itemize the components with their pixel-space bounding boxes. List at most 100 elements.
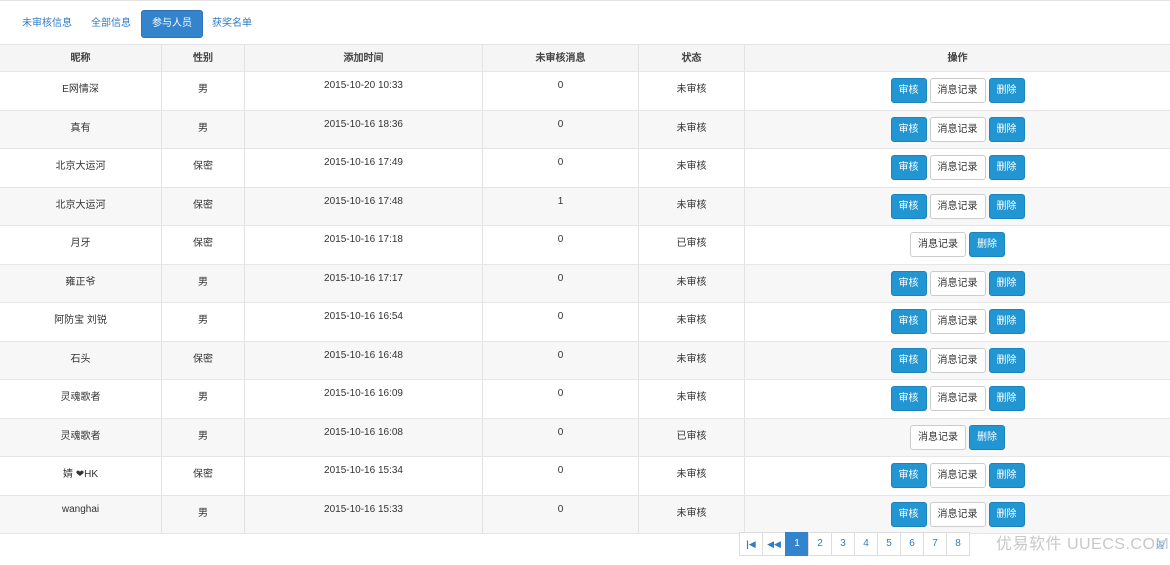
unread-count-cell-text: 0 <box>557 388 564 399</box>
first-page-icon[interactable]: |◀ <box>739 532 763 556</box>
gender-cell-text: 保密 <box>193 469 213 480</box>
status-cell-text: 未审核 <box>676 161 707 172</box>
status-cell: 未审核 <box>639 457 745 495</box>
tab-0[interactable]: 未审核信息 <box>12 10 82 38</box>
gender-cell: 保密 <box>162 457 245 495</box>
added-time-cell: 2015-10-16 17:49 <box>245 149 483 187</box>
unread-count-cell-text: 0 <box>557 465 564 476</box>
page-button[interactable]: 3 <box>831 532 855 556</box>
prev-page-icon[interactable]: ◀◀ <box>762 532 786 556</box>
delete-button[interactable]: 删除 <box>988 501 1025 527</box>
actions-cell: 审核 消息记录 删除 <box>745 342 1170 380</box>
actions-cell: 审核 消息记录 删除 <box>745 457 1170 495</box>
delete-button[interactable]: 删除 <box>969 232 1005 257</box>
review-button[interactable]: 审核 <box>890 463 927 488</box>
status-cell: 已审核 <box>639 418 745 456</box>
page-button[interactable]: 1 <box>785 532 809 556</box>
message-log-button[interactable]: 消息记录 <box>929 386 986 411</box>
message-log-button[interactable]: 消息记录 <box>910 424 966 450</box>
nickname-cell: 婧 ❤HK <box>0 457 162 495</box>
actions-cell: 审核 消息记录 删除 <box>745 496 1170 534</box>
table-row: 灵魂歌者 男 2015-10-16 16:08 0 已审核 消息记录 删除 <box>0 418 1170 457</box>
added-time-cell: 2015-10-16 17:18 <box>245 226 483 264</box>
review-button[interactable]: 审核 <box>890 501 927 527</box>
message-log-button[interactable]: 消息记录 <box>929 347 986 373</box>
delete-button[interactable]: 删除 <box>988 347 1025 373</box>
review-button[interactable]: 审核 <box>890 270 927 296</box>
delete-button[interactable]: 删除 <box>988 270 1025 296</box>
added-time-cell-text: 2015-10-16 16:09 <box>324 388 403 399</box>
actions-cell: 审核 消息记录 删除 <box>745 72 1170 110</box>
action-group: 审核 消息记录 删除 <box>745 347 1170 374</box>
delete-button[interactable]: 删除 <box>988 78 1025 103</box>
delete-button[interactable]: 删除 <box>988 116 1025 142</box>
unread-count-cell-text: 0 <box>557 234 564 245</box>
unread-count-cell: 1 <box>483 187 639 225</box>
tab-1[interactable]: 全部信息 <box>81 10 141 38</box>
column-header: 操作 <box>947 53 968 64</box>
review-button[interactable]: 审核 <box>890 386 927 411</box>
delete-button[interactable]: 删除 <box>988 386 1025 411</box>
gender-cell-text: 保密 <box>193 238 213 249</box>
delete-button[interactable]: 删除 <box>988 463 1025 488</box>
unread-count-cell: 0 <box>483 149 639 187</box>
page-button[interactable]: 7 <box>923 532 947 556</box>
review-button[interactable]: 审核 <box>890 78 927 103</box>
table-row: 月牙 保密 2015-10-16 17:18 0 已审核 消息记录 删除 <box>0 226 1170 265</box>
page-button[interactable]: 5 <box>877 532 901 556</box>
review-button[interactable]: 审核 <box>890 116 927 142</box>
tab-2[interactable]: 参与人员 <box>141 10 203 38</box>
message-log-button[interactable]: 消息记录 <box>929 193 986 219</box>
delete-button[interactable]: 删除 <box>969 424 1005 450</box>
actions-cell: 审核 消息记录 删除 <box>745 303 1170 341</box>
message-log-button[interactable]: 消息记录 <box>929 155 986 180</box>
status-cell-text: 未审核 <box>676 392 707 403</box>
actions-cell: 消息记录 删除 <box>745 226 1170 264</box>
column-header: 未审核消息 <box>483 45 639 71</box>
nickname-cell-text: 真有 <box>70 122 91 134</box>
action-group: 消息记录 删除 <box>745 424 1170 451</box>
review-button[interactable]: 审核 <box>890 193 927 219</box>
tab-3[interactable]: 获奖名单 <box>202 10 262 38</box>
gender-cell-text: 保密 <box>193 199 213 211</box>
message-log-button[interactable]: 消息记录 <box>929 78 986 103</box>
review-button[interactable]: 审核 <box>890 309 927 334</box>
page-button[interactable]: 2 <box>808 532 832 556</box>
review-button[interactable]: 审核 <box>890 347 927 373</box>
corner-label[interactable]: 返 <box>1156 538 1165 551</box>
status-cell: 未审核 <box>639 380 745 418</box>
message-log-button[interactable]: 消息记录 <box>929 463 986 488</box>
message-log-button[interactable]: 消息记录 <box>929 309 986 334</box>
gender-cell: 保密 <box>162 226 245 264</box>
delete-button[interactable]: 删除 <box>988 309 1025 334</box>
action-group: 审核 消息记录 删除 <box>745 386 1170 412</box>
added-time-cell-text: 2015-10-16 17:49 <box>324 157 403 168</box>
review-button[interactable]: 审核 <box>890 155 927 180</box>
table-row: 真有 男 2015-10-16 18:36 0 未审核 审核 消息记录 删除 <box>0 110 1170 149</box>
table-row: 北京大运河 保密 2015-10-16 17:49 0 未审核 审核 消息记录 删除 <box>0 149 1170 188</box>
unread-count-cell-text: 0 <box>557 80 564 91</box>
status-cell: 未审核 <box>639 72 745 110</box>
delete-button[interactable]: 删除 <box>988 155 1025 180</box>
page-button[interactable]: 6 <box>900 532 924 556</box>
added-time-cell: 2015-10-16 16:54 <box>245 303 483 341</box>
table-row: 雍正爷 男 2015-10-16 17:17 0 未审核 审核 消息记录 删除 <box>0 264 1170 303</box>
delete-button[interactable]: 删除 <box>988 193 1025 219</box>
added-time-cell: 2015-10-16 17:48 <box>245 187 483 225</box>
unread-count-cell: 0 <box>483 264 639 302</box>
nickname-cell-text: 月牙 <box>70 238 91 249</box>
message-log-button[interactable]: 消息记录 <box>929 270 986 296</box>
action-group: 审核 消息记录 删除 <box>745 78 1170 104</box>
message-log-button[interactable]: 消息记录 <box>929 501 986 527</box>
status-cell-text: 未审核 <box>676 507 707 519</box>
table-row: 阿防宝 刘锐 男 2015-10-16 16:54 0 未审核 审核 消息记录 删除 <box>0 303 1170 342</box>
status-cell: 未审核 <box>639 110 745 148</box>
page-button[interactable]: 4 <box>854 532 878 556</box>
message-log-button[interactable]: 消息记录 <box>910 232 966 257</box>
nickname-cell: 阿防宝 刘锐 <box>0 303 162 341</box>
added-time-cell: 2015-10-16 16:09 <box>245 380 483 418</box>
message-log-button[interactable]: 消息记录 <box>929 116 986 142</box>
page-button[interactable]: 8 <box>946 532 970 556</box>
nickname-cell: 雍正爷 <box>0 264 162 302</box>
action-group: 审核 消息记录 删除 <box>745 193 1170 220</box>
